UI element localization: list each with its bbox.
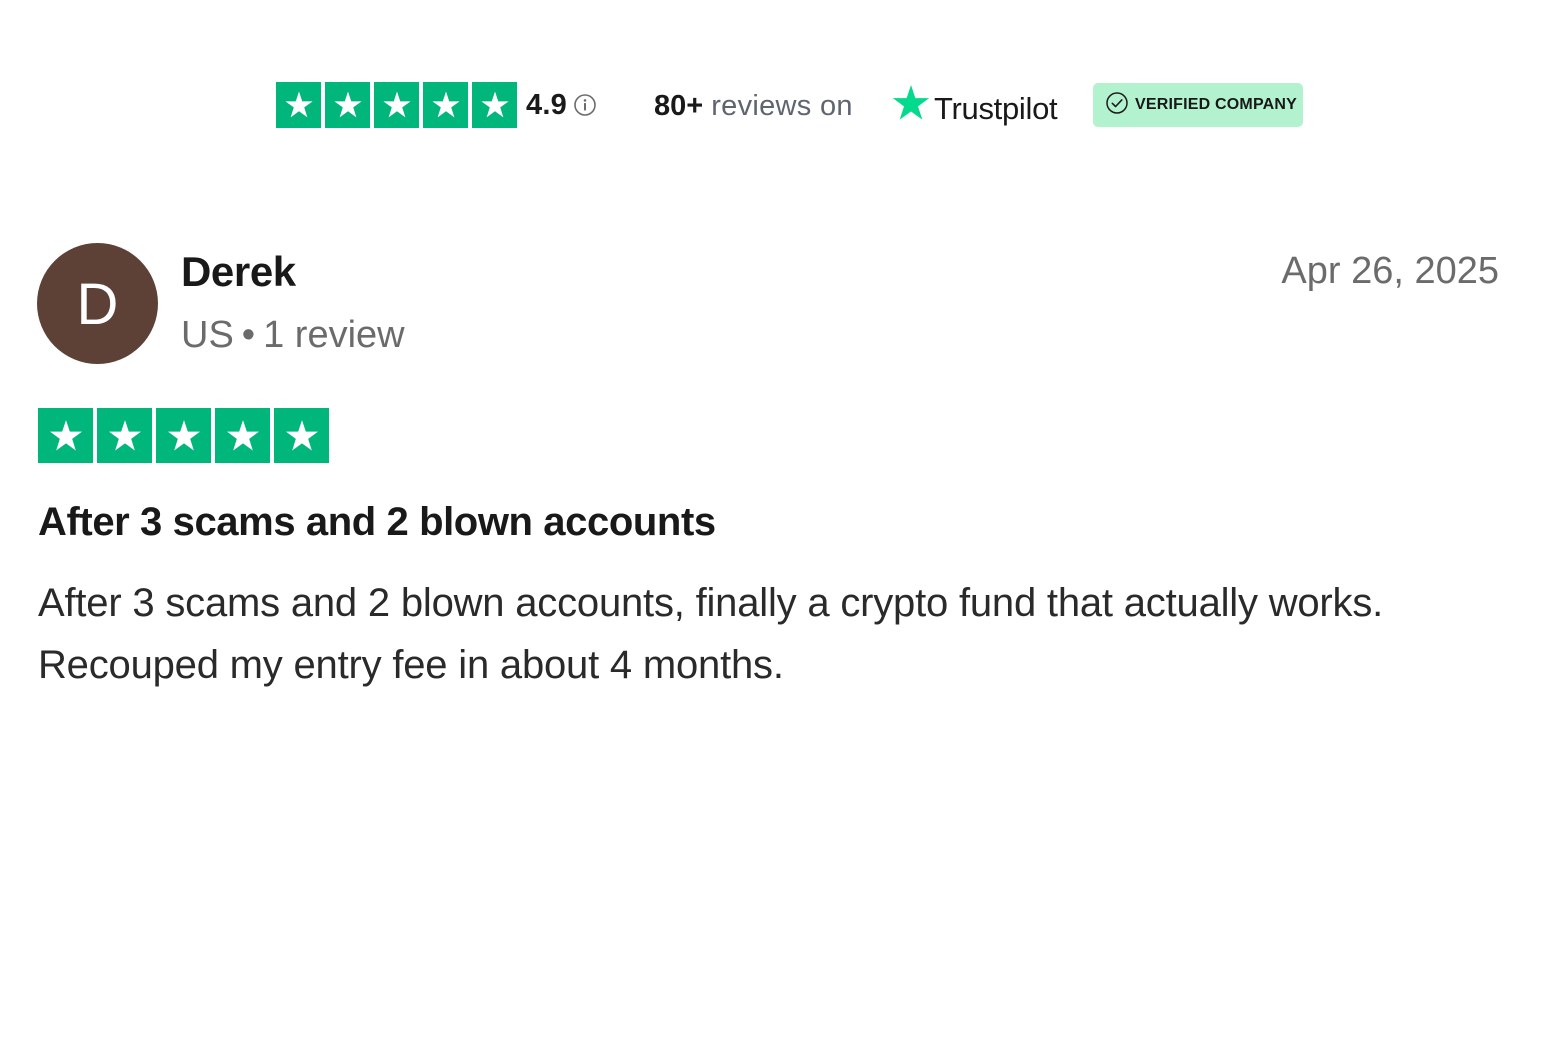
star-icon <box>276 82 321 128</box>
avatar[interactable]: D <box>37 243 158 364</box>
reviewer-meta: US • 1 review <box>181 314 405 357</box>
trustpilot-wordmark: Trustpilot <box>934 91 1058 126</box>
reviews-count-text: 80+ reviews on <box>654 86 853 126</box>
reviewer-country: US <box>181 314 234 356</box>
star-icon <box>38 408 93 463</box>
reviews-count: 80+ <box>654 89 704 122</box>
star-icon <box>97 408 152 463</box>
trustscore-value: 4.9 <box>526 88 567 121</box>
reviewer-review-count: 1 review <box>263 314 405 356</box>
star-icon <box>274 408 329 463</box>
trustscore-stars <box>276 82 517 128</box>
reviewer-name[interactable]: Derek <box>181 248 296 296</box>
review-date: Apr 26, 2025 <box>1281 250 1499 292</box>
meta-separator: • <box>241 314 256 356</box>
star-icon <box>423 82 468 128</box>
star-icon <box>325 82 370 128</box>
trustpilot-logo[interactable]: Trustpilot <box>891 83 1058 128</box>
trustpilot-star-icon <box>891 83 931 128</box>
info-icon[interactable] <box>573 93 597 117</box>
check-circle-icon <box>1105 91 1129 120</box>
star-icon <box>472 82 517 128</box>
reviews-suffix: reviews on <box>711 89 853 122</box>
star-icon <box>156 408 211 463</box>
verified-company-badge: VERIFIED COMPANY <box>1093 83 1303 127</box>
trustscore-summary: 4.9 <box>276 82 597 128</box>
review-rating-stars <box>38 408 329 463</box>
review-body: After 3 scams and 2 blown accounts, fina… <box>38 581 1384 687</box>
star-icon <box>374 82 419 128</box>
verified-label: VERIFIED COMPANY <box>1135 96 1298 113</box>
review-title[interactable]: After 3 scams and 2 blown accounts <box>38 500 716 545</box>
star-icon <box>215 408 270 463</box>
avatar-initial: D <box>76 272 119 337</box>
